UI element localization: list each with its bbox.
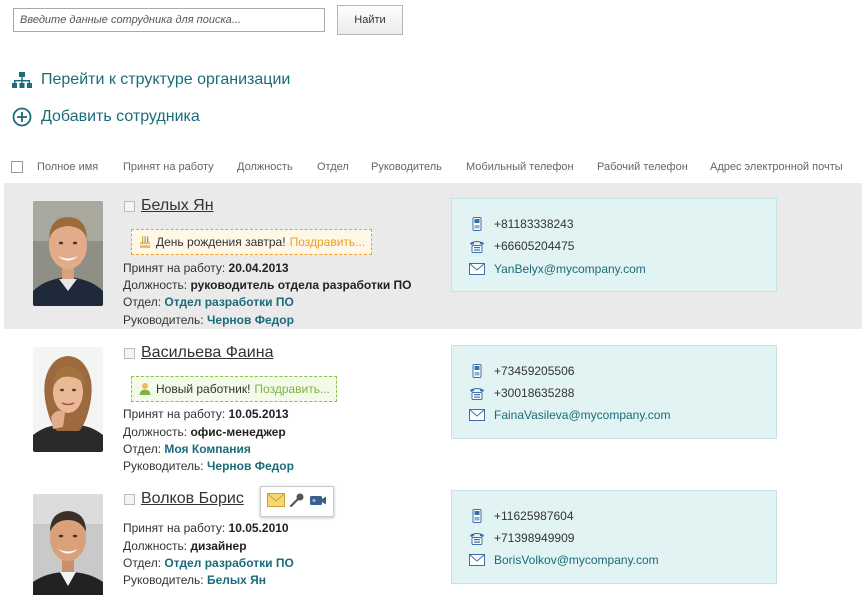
org-structure-label: Перейти к структуре организации <box>41 71 291 88</box>
email-icon <box>468 263 486 275</box>
employee-photo <box>33 201 103 306</box>
email-link[interactable]: YanBelyx@mycompany.com <box>494 262 646 276</box>
email: FainaVasileva@mycompany.com <box>468 408 670 422</box>
desk-phone-icon <box>468 386 486 400</box>
column-header[interactable]: Отдел <box>317 161 349 173</box>
email: BorisVolkov@mycompany.com <box>468 553 659 567</box>
mobile-phone: +81183338243 <box>468 217 574 231</box>
employee-row[interactable]: Белых Ян День рождения завтра! Поздравит… <box>4 183 862 329</box>
add-employee-link[interactable]: Добавить сотрудника <box>12 107 200 127</box>
department-link[interactable]: Отдел разработки ПО <box>164 556 293 570</box>
contact-card: +81183338243 +66605204475 YanBelyx@mycom… <box>451 198 777 292</box>
column-header[interactable]: Адрес электронной почты <box>710 161 843 173</box>
select-all-checkbox[interactable] <box>11 161 23 173</box>
desk-phone-icon <box>468 531 486 545</box>
manager: Руководитель: Чернов Федор <box>123 459 294 473</box>
email-link[interactable]: BorisVolkov@mycompany.com <box>494 553 659 567</box>
birthday-cake-icon <box>140 236 150 248</box>
department: Отдел: Отдел разработки ПО <box>123 295 294 309</box>
manager: Руководитель: Чернов Федор <box>123 313 294 327</box>
video-call-icon[interactable] <box>309 493 327 510</box>
employee-row[interactable]: Волков Борис Принят на работу: 10.05.201… <box>4 478 862 595</box>
work-phone: +66605204475 <box>468 239 574 253</box>
manager-link[interactable]: Чернов Федор <box>207 313 294 327</box>
microphone-icon[interactable] <box>289 492 305 511</box>
table-header: Полное имя Принят на работу Должность От… <box>0 158 866 178</box>
desk-phone-icon <box>468 239 486 253</box>
department: Отдел: Моя Компания <box>123 442 251 456</box>
new-employee-badge: Новый работник! Поздравить... <box>131 376 338 402</box>
row-checkbox[interactable] <box>124 201 135 212</box>
column-header[interactable]: Принят на работу <box>123 161 214 173</box>
email-icon <box>468 409 486 421</box>
row-checkbox[interactable] <box>124 494 135 505</box>
email-link[interactable]: FainaVasileva@mycompany.com <box>494 408 670 422</box>
contact-card: +11625987604 +71398949909 BorisVolkov@my… <box>451 490 777 584</box>
manager: Руководитель: Белых Ян <box>123 573 267 587</box>
add-employee-label: Добавить сотрудника <box>41 108 200 125</box>
plus-circle-icon <box>12 107 32 127</box>
work-phone: +71398949909 <box>468 531 574 545</box>
position: Должность: дизайнер <box>123 539 247 553</box>
employee-name-link[interactable]: Волков Борис <box>141 490 244 508</box>
hired-date: Принят на работу: 20.04.2013 <box>123 261 289 275</box>
search-button[interactable]: Найти <box>337 5 403 35</box>
column-header[interactable]: Должность <box>237 161 293 173</box>
congratulate-link[interactable]: Поздравить... <box>254 382 330 396</box>
email-icon <box>468 554 486 566</box>
congratulate-link[interactable]: Поздравить... <box>290 235 366 249</box>
mobile-phone-icon <box>468 364 486 378</box>
mobile-phone: +73459205506 <box>468 364 574 378</box>
contact-card: +73459205506 +30018635288 FainaVasileva@… <box>451 345 777 439</box>
column-header[interactable]: Руководитель <box>371 161 442 173</box>
department: Отдел: Отдел разработки ПО <box>123 556 294 570</box>
hired-date: Принят на работу: 10.05.2010 <box>123 521 289 535</box>
position: Должность: офис-менеджер <box>123 425 286 439</box>
mobile-phone: +11625987604 <box>468 509 574 523</box>
mobile-phone-icon <box>468 217 486 231</box>
birthday-badge: День рождения завтра! Поздравить... <box>131 229 373 255</box>
row-checkbox[interactable] <box>124 348 135 359</box>
employee-photo <box>33 494 103 595</box>
manager-link[interactable]: Чернов Федор <box>207 459 294 473</box>
employee-name-link[interactable]: Васильева Фаина <box>141 344 273 362</box>
employee-photo <box>33 347 103 452</box>
badge-text: День рождения завтра! <box>156 235 286 249</box>
employee-row[interactable]: Васильева Фаина Новый работник! Поздрави… <box>4 331 862 477</box>
column-header[interactable]: Полное имя <box>37 161 98 173</box>
manager-link[interactable]: Белых Ян <box>207 573 266 587</box>
position: Должность: руководитель отдела разработк… <box>123 278 412 292</box>
new-user-icon <box>139 383 151 395</box>
hired-date: Принят на работу: 10.05.2013 <box>123 407 289 421</box>
email: YanBelyx@mycompany.com <box>468 262 646 276</box>
org-chart-icon <box>12 72 32 88</box>
badge-text: Новый работник! <box>156 382 251 396</box>
work-phone: +30018635288 <box>468 386 574 400</box>
search-input[interactable] <box>13 8 325 32</box>
employee-name-link[interactable]: Белых Ян <box>141 197 214 215</box>
department-link[interactable]: Моя Компания <box>164 442 250 456</box>
mobile-phone-icon <box>468 509 486 523</box>
quick-actions-popup <box>260 486 334 517</box>
org-structure-link[interactable]: Перейти к структуре организации <box>12 71 290 89</box>
department-link[interactable]: Отдел разработки ПО <box>164 295 293 309</box>
column-header[interactable]: Мобильный телефон <box>466 161 574 173</box>
mail-icon[interactable] <box>267 493 285 510</box>
column-header[interactable]: Рабочий телефон <box>597 161 688 173</box>
